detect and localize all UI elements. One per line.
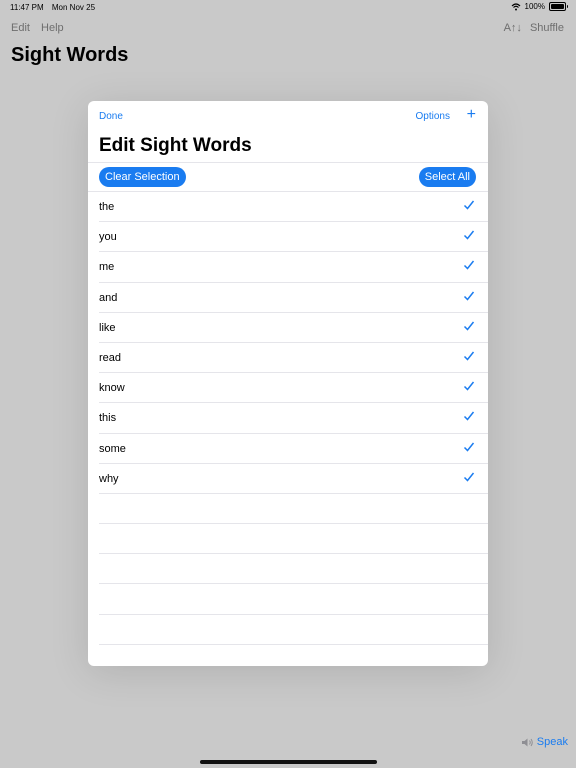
home-indicator bbox=[200, 760, 377, 764]
selection-bar: Clear Selection Select All bbox=[88, 162, 488, 192]
checkmark-icon bbox=[463, 472, 475, 482]
word-row[interactable]: this bbox=[99, 402, 488, 432]
checkmark-icon bbox=[463, 200, 475, 210]
speak-label: Speak bbox=[536, 736, 568, 748]
speak-button[interactable]: Speak bbox=[521, 736, 568, 748]
word-label: why bbox=[99, 472, 119, 485]
checkmark-icon bbox=[463, 321, 475, 331]
battery-icon bbox=[549, 2, 568, 11]
battery-percent: 100% bbox=[524, 2, 545, 11]
modal-title: Edit Sight Words bbox=[99, 135, 252, 156]
word-row[interactable]: read bbox=[99, 341, 488, 372]
clear-selection-button[interactable]: Clear Selection bbox=[99, 167, 186, 187]
speaker-icon bbox=[521, 738, 533, 746]
word-row[interactable]: me bbox=[99, 251, 488, 281]
word-label: like bbox=[99, 321, 116, 334]
status-date: Mon Nov 25 bbox=[51, 3, 96, 12]
word-row[interactable]: know bbox=[99, 372, 488, 402]
checkmark-icon bbox=[463, 260, 475, 270]
empty-row bbox=[99, 583, 488, 613]
add-icon[interactable]: + bbox=[467, 106, 476, 124]
word-label: and bbox=[99, 291, 118, 304]
top-right-toolbar: A↑↓ Shuffle bbox=[504, 22, 564, 34]
word-row[interactable]: and bbox=[99, 281, 488, 312]
checkmark-icon bbox=[463, 351, 475, 361]
checkmark-icon bbox=[463, 230, 475, 240]
select-all-button[interactable]: Select All bbox=[418, 167, 476, 187]
edit-menu-button[interactable]: Edit bbox=[11, 22, 30, 34]
word-label: read bbox=[99, 351, 122, 364]
status-bar: 11:47 PM Mon Nov 25 100% bbox=[0, 0, 576, 14]
word-row[interactable]: the bbox=[88, 191, 488, 221]
sort-button[interactable]: A↑↓ bbox=[504, 22, 522, 34]
done-button[interactable]: Done bbox=[99, 111, 123, 122]
status-right: 100% bbox=[511, 2, 568, 11]
word-label: some bbox=[99, 442, 126, 455]
word-label: me bbox=[99, 261, 115, 274]
empty-row bbox=[99, 553, 488, 583]
checkmark-icon bbox=[463, 411, 475, 421]
word-label: the bbox=[99, 201, 115, 213]
page-title: Sight Words bbox=[11, 44, 129, 66]
top-menu: Edit Help bbox=[11, 22, 72, 34]
empty-row bbox=[99, 523, 488, 553]
checkmark-icon bbox=[463, 442, 475, 452]
word-row[interactable]: some bbox=[99, 432, 488, 463]
empty-row bbox=[99, 492, 488, 523]
word-label: know bbox=[99, 382, 125, 395]
word-label: you bbox=[99, 231, 117, 244]
shuffle-button[interactable]: Shuffle bbox=[530, 22, 564, 34]
edit-sight-words-modal: Done Options + Edit Sight Words Clear Se… bbox=[88, 101, 488, 666]
wifi-icon bbox=[511, 2, 520, 10]
word-row[interactable]: like bbox=[99, 311, 488, 342]
options-button[interactable]: Options bbox=[416, 111, 450, 122]
word-label: this bbox=[99, 412, 117, 425]
word-row[interactable]: you bbox=[99, 221, 488, 251]
status-left: 11:47 PM Mon Nov 25 bbox=[10, 3, 101, 12]
word-row[interactable]: why bbox=[99, 462, 488, 493]
empty-row bbox=[99, 613, 488, 644]
checkmark-icon bbox=[463, 291, 475, 301]
status-time: 11:47 PM bbox=[10, 3, 44, 12]
help-menu-button[interactable]: Help bbox=[41, 22, 64, 34]
checkmark-icon bbox=[463, 381, 475, 391]
word-list: the you me and like read know this some why bbox=[88, 191, 488, 666]
empty-row bbox=[99, 643, 488, 666]
